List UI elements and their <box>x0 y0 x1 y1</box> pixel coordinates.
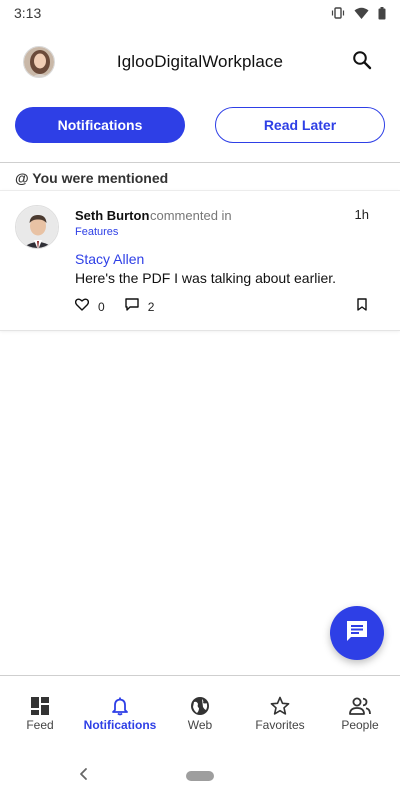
chevron-left-icon <box>78 768 88 785</box>
home-pill[interactable] <box>186 771 214 781</box>
tab-notifications[interactable]: Notifications <box>15 107 185 143</box>
vibrate-icon <box>331 6 345 20</box>
comment-count: 2 <box>147 300 155 314</box>
timestamp: 1h <box>354 207 369 222</box>
notification-tabs: Notifications Read Later <box>15 107 385 143</box>
nav-label-feed: Feed <box>26 718 54 732</box>
nav-favorites[interactable]: Favorites <box>240 676 320 745</box>
star-icon <box>270 696 290 716</box>
feed-icon <box>30 696 50 716</box>
battery-icon <box>378 6 386 20</box>
search-button[interactable] <box>350 50 374 74</box>
read-later-button[interactable] <box>357 298 367 316</box>
bell-icon <box>110 696 130 716</box>
section-heading: @ You were mentioned <box>15 170 169 186</box>
back-button[interactable] <box>78 767 88 786</box>
search-icon <box>352 50 372 75</box>
status-time: 3:13 <box>14 5 42 21</box>
bottom-nav: Feed Notifications Web Favorites People <box>0 675 400 745</box>
author-name[interactable]: Seth Burton <box>75 208 149 223</box>
author-avatar[interactable] <box>15 205 59 249</box>
nav-feed[interactable]: Feed <box>0 676 80 745</box>
mention-link[interactable]: Stacy Allen <box>75 251 144 267</box>
app-title: IglooDigitalWorkplace <box>116 52 284 71</box>
nav-label-people: People <box>341 718 379 732</box>
nav-web[interactable]: Web <box>160 676 240 745</box>
divider <box>0 162 400 163</box>
people-icon <box>349 696 371 716</box>
status-bar: 3:13 <box>0 0 400 26</box>
comment-text: Here's the PDF I was talking about earli… <box>75 270 337 286</box>
app-header: IglooDigitalWorkplace <box>0 42 400 82</box>
comment-button[interactable]: 2 <box>124 298 155 316</box>
system-nav-bar <box>0 745 400 800</box>
card-actions: 0 2 <box>74 298 174 316</box>
action-text: commented in <box>150 208 232 223</box>
heart-icon <box>74 298 90 316</box>
nav-label-notifications: Notifications <box>83 718 157 732</box>
status-icons <box>331 6 386 20</box>
tab-read-later[interactable]: Read Later <box>215 107 385 143</box>
nav-label-web: Web <box>187 718 213 732</box>
message-icon <box>344 618 370 649</box>
chat-fab[interactable] <box>330 606 384 660</box>
place-link[interactable]: Features <box>75 226 118 238</box>
like-button[interactable]: 0 <box>74 298 105 316</box>
nav-notifications[interactable]: Notifications <box>80 676 160 745</box>
globe-icon <box>190 696 210 716</box>
wifi-icon <box>354 7 369 20</box>
like-count: 0 <box>98 300 105 314</box>
nav-people[interactable]: People <box>320 676 400 745</box>
nav-label-favorites: Favorites <box>255 718 305 732</box>
bookmark-icon <box>357 298 367 315</box>
comment-icon <box>124 298 139 316</box>
notification-card[interactable]: Seth Burton commented in 1h Features Sta… <box>0 190 400 331</box>
